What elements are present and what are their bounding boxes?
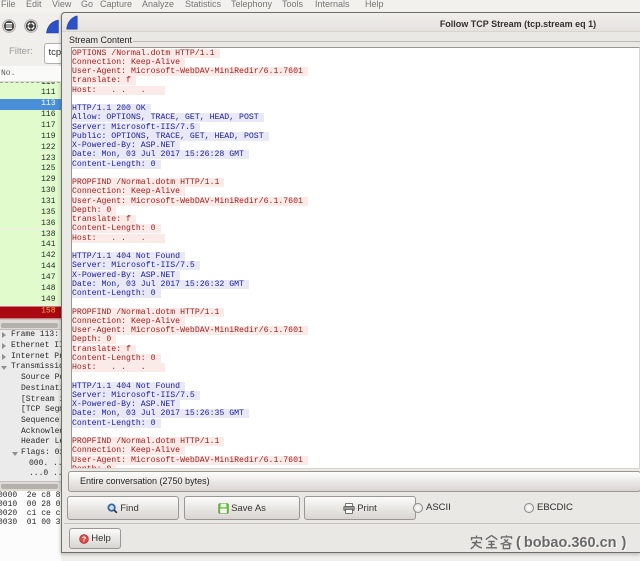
svg-text:?: ? [82, 534, 87, 543]
